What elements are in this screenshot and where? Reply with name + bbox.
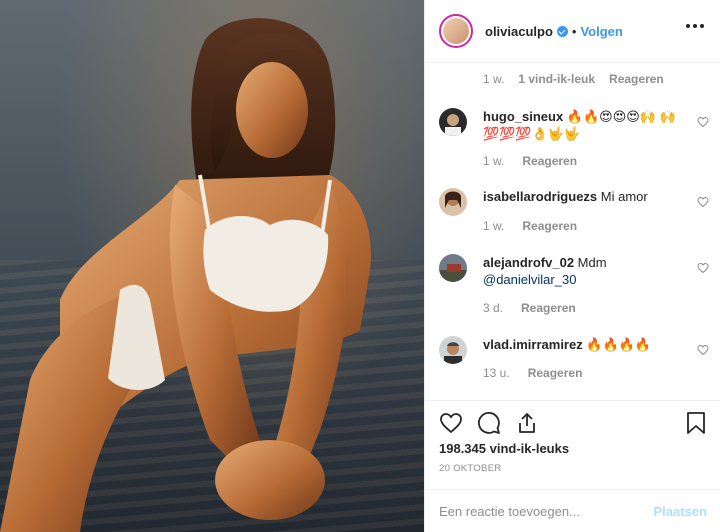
photo-figure — [0, 18, 371, 532]
list-item: isabellarodriguezs Mi amor 1 w. Reageren — [439, 188, 709, 238]
list-item: vlad.imirramirez 🔥🔥🔥🔥 13 u. Reageren — [439, 336, 709, 386]
comment-body: 🔥🔥🔥🔥 — [586, 337, 652, 352]
comments-list: 1 w. 1 vind-ik-leuk Reageren hugo_sineux… — [425, 64, 720, 399]
avatar[interactable] — [439, 254, 467, 282]
post-side-panel: oliviaculpo • Volgen 1 w. 1 vind-ik-leuk… — [424, 0, 720, 532]
reply-button[interactable]: Reageren — [528, 366, 583, 380]
comment-username[interactable]: vlad.imirramirez — [483, 337, 583, 352]
reply-button[interactable]: Reageren — [609, 72, 664, 86]
comment-text: hugo_sineux 🔥🔥😍😍😍🙌 🙌💯💯💯👌🤟🤟 — [483, 108, 679, 142]
reply-button[interactable]: Reageren — [522, 154, 577, 168]
comment-time: 1 w. — [483, 154, 505, 168]
like-heart-icon[interactable] — [439, 411, 463, 435]
comment-time: 1 w. — [483, 219, 505, 233]
comment-input[interactable] — [439, 503, 654, 519]
comment-meta: 1 w. Reageren — [483, 154, 577, 168]
post-photo[interactable] — [0, 0, 424, 532]
avatar[interactable] — [439, 14, 473, 48]
comment-text: vlad.imirramirez 🔥🔥🔥🔥 — [483, 336, 679, 353]
comment-username[interactable]: isabellarodriguezs — [483, 189, 597, 204]
post-date: 20 OKTOBER — [439, 463, 502, 474]
reply-button[interactable]: Reageren — [522, 219, 577, 233]
post-actions: 198.345 vind-ik-leuks 20 OKTOBER — [425, 400, 720, 490]
comment-username[interactable]: alejandrofv_02 — [483, 255, 574, 270]
share-icon[interactable] — [515, 411, 539, 435]
follow-button[interactable]: Volgen — [580, 24, 622, 39]
comment-text: isabellarodriguezs Mi amor — [483, 188, 679, 205]
comment-meta: 3 d. Reageren — [483, 301, 576, 315]
separator-dot: • — [571, 23, 577, 39]
avatar[interactable] — [439, 108, 467, 136]
list-item: alejandrofv_02 Mdm @danielvilar_30 3 d. … — [439, 254, 709, 318]
comment-meta: 13 u. Reageren — [483, 366, 582, 380]
comment-time: 1 w. — [483, 72, 505, 86]
post-comment-button[interactable]: Plaatsen — [654, 504, 707, 519]
comment-body: Mdm — [577, 255, 607, 270]
like-count[interactable]: 198.345 vind-ik-leuks — [439, 441, 569, 456]
like-comment-heart-icon[interactable] — [697, 196, 709, 208]
post-header: oliviaculpo • Volgen — [425, 0, 720, 63]
comment-likes[interactable]: 1 vind-ik-leuk — [518, 72, 595, 86]
verified-badge-icon — [556, 25, 568, 37]
action-icons — [439, 411, 539, 435]
comment-time: 13 u. — [483, 366, 510, 380]
avatar[interactable] — [439, 188, 467, 216]
like-comment-heart-icon[interactable] — [697, 116, 709, 128]
add-comment-bar: Plaatsen — [425, 489, 720, 532]
comment-username[interactable]: hugo_sineux — [483, 109, 563, 124]
avatar[interactable] — [439, 336, 467, 364]
comment-meta: 1 w. 1 vind-ik-leuk Reageren — [483, 72, 664, 86]
more-options-icon[interactable] — [686, 24, 704, 28]
comment-mention-link[interactable]: @danielvilar_30 — [483, 272, 576, 287]
post-username[interactable]: oliviaculpo — [485, 24, 553, 39]
bookmark-icon[interactable] — [685, 411, 707, 435]
reply-button[interactable]: Reageren — [521, 301, 576, 315]
like-comment-heart-icon[interactable] — [697, 344, 709, 356]
comment-text: alejandrofv_02 Mdm @danielvilar_30 — [483, 254, 679, 288]
list-item: hugo_sineux 🔥🔥😍😍😍🙌 🙌💯💯💯👌🤟🤟 1 w. Reageren — [439, 108, 709, 168]
comment-bubble-icon[interactable] — [477, 411, 501, 435]
comment-time: 3 d. — [483, 301, 504, 315]
comment-meta: 1 w. Reageren — [483, 219, 577, 233]
like-comment-heart-icon[interactable] — [697, 262, 709, 274]
comment-body: Mi amor — [600, 189, 648, 204]
